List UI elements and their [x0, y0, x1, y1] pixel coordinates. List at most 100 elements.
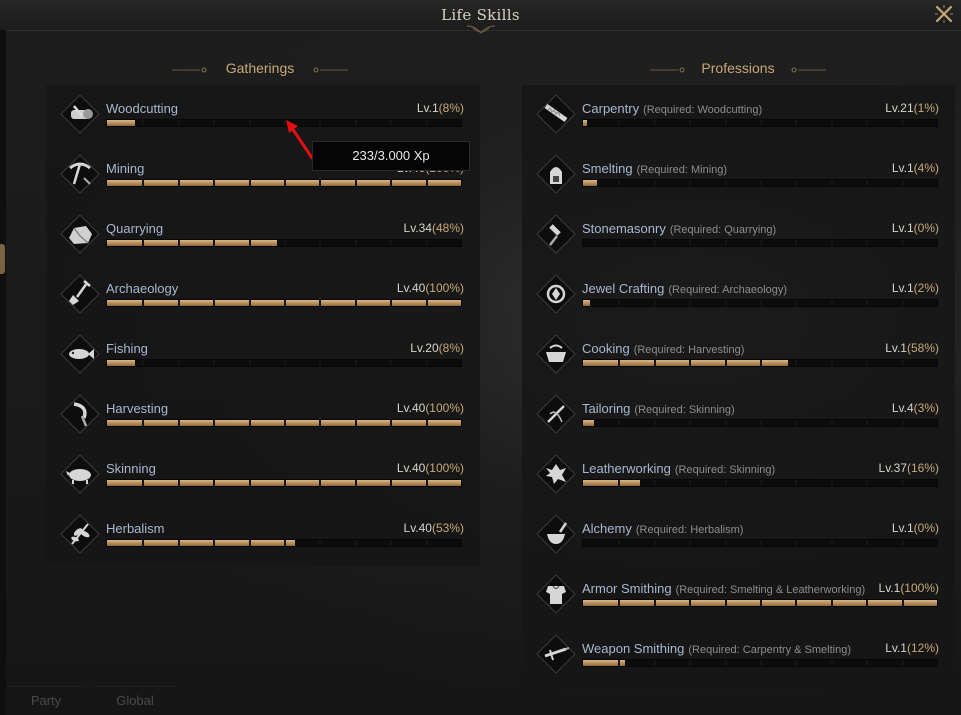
skill-name: Smelting (Required: Mining): [582, 161, 727, 176]
skill-row-weapon-smithing[interactable]: Weapon Smithing (Required: Carpentry & Sm…: [522, 625, 955, 685]
title-bar[interactable]: Life Skills: [0, 0, 961, 34]
skill-name-text: Weapon Smithing: [582, 641, 685, 656]
skill-name-text: Mining: [106, 161, 145, 176]
level-percent: (0%): [913, 221, 939, 235]
resize-handle[interactable]: [0, 244, 5, 274]
professions-heading: Professions: [618, 60, 858, 80]
xp-progress-bar: [582, 359, 938, 367]
skill-requirement: (Required: Herbalism): [635, 524, 744, 536]
xp-progress-bar: [106, 239, 462, 247]
chisel-icon: [536, 214, 576, 254]
skill-name: Mining: [106, 161, 144, 176]
bar-segments: [583, 660, 937, 666]
bar-segments: [583, 480, 937, 486]
skill-row-stonemasonry[interactable]: Stonemasonry (Required: Quarrying) Lv.1(0%…: [522, 205, 955, 265]
level-value: Lv.1: [891, 221, 914, 235]
skill-name: Herbalism: [106, 521, 165, 536]
skill-row-harvesting[interactable]: Harvesting Lv.40(100%): [46, 385, 480, 445]
skill-row-jewel-crafting[interactable]: Jewel Crafting (Required: Archaeology) Lv.…: [522, 265, 955, 325]
skill-level: Lv.1(8%): [417, 101, 464, 115]
skill-name: Cooking (Required: Harvesting): [582, 341, 744, 356]
skill-row-smelting[interactable]: Smelting (Required: Mining) Lv.1(4%): [522, 145, 955, 205]
level-value: Lv.1: [885, 341, 907, 355]
skill-name: Alchemy (Required: Herbalism): [582, 521, 743, 536]
skill-name: Jewel Crafting (Required: Archaeology): [582, 281, 787, 296]
skill-row-armor-smithing[interactable]: Armor Smithing (Required: Smelting & Leat…: [522, 565, 955, 625]
skill-requirement: (Required: Smelting & Leatherworking): [675, 584, 866, 596]
skill-name: Armor Smithing (Required: Smelting & Leat…: [582, 581, 865, 596]
heading-ornament-icon: [172, 67, 207, 73]
skill-level: Lv.1(12%): [885, 641, 939, 655]
level-percent: (100%): [425, 401, 464, 415]
skill-name-text: Alchemy: [582, 521, 632, 536]
skill-name: Archaeology: [106, 281, 178, 296]
pot-icon: [536, 334, 576, 374]
skill-level: Lv.40(100%): [397, 401, 464, 415]
level-value: Lv.21: [885, 101, 914, 115]
level-percent: (53%): [431, 521, 464, 535]
tab-party[interactable]: Party: [6, 686, 86, 715]
skill-name-text: Smelting: [582, 161, 633, 176]
armor-icon: [536, 574, 576, 614]
level-percent: (16%): [906, 461, 939, 475]
window-title: Life Skills: [441, 6, 520, 24]
xp-progress-bar: [582, 179, 938, 187]
heading-ornament-icon: [313, 67, 348, 73]
skill-requirement: (Required: Harvesting): [633, 344, 745, 356]
xp-progress-bar: [582, 539, 938, 547]
skill-requirement: (Required: Skinning): [674, 464, 776, 476]
tab-global[interactable]: Global: [92, 686, 178, 715]
skill-row-woodcutting[interactable]: Woodcutting Lv.1(8%): [46, 85, 480, 145]
saw-icon: [536, 94, 576, 134]
level-percent: (58%): [906, 341, 939, 355]
skill-level: Lv.40(100%): [397, 461, 464, 475]
skill-name-text: Cooking: [582, 341, 630, 356]
xp-progress-bar: [582, 119, 938, 127]
level-percent: (100%): [425, 281, 464, 295]
skill-row-carpentry[interactable]: Carpentry (Required: Woodcutting) Lv.21(1%…: [522, 85, 955, 145]
skill-level: Lv.34(48%): [404, 221, 464, 235]
skill-level: Lv.1(4%): [892, 161, 939, 175]
skill-name-text: Herbalism: [106, 521, 165, 536]
furnace-icon: [536, 154, 576, 194]
level-value: Lv.1: [891, 521, 914, 535]
skill-requirement: (Required: Quarrying): [669, 224, 777, 236]
skill-name-text: Leatherworking: [582, 461, 671, 476]
level-percent: (12%): [906, 641, 939, 655]
bar-segments: [583, 540, 937, 546]
xp-progress-bar: [582, 659, 938, 667]
skill-row-alchemy[interactable]: Alchemy (Required: Herbalism) Lv.1(0%): [522, 505, 955, 565]
stone-icon: [60, 214, 100, 254]
heading-ornament-icon: [650, 67, 685, 73]
close-button[interactable]: [933, 3, 955, 25]
skill-row-skinning[interactable]: Skinning Lv.40(100%): [46, 445, 480, 505]
skill-row-herbalism[interactable]: Herbalism Lv.40(53%): [46, 505, 480, 565]
skill-level: Lv.20(8%): [410, 341, 464, 355]
skill-name: Weapon Smithing (Required: Carpentry & Sm…: [582, 641, 851, 656]
pickaxe-icon: [60, 154, 100, 194]
bar-segments: [583, 420, 937, 426]
bar-segments: [107, 360, 461, 366]
skill-row-fishing[interactable]: Fishing Lv.20(8%): [46, 325, 480, 385]
skill-level: Lv.40(53%): [404, 521, 464, 535]
skill-requirement: (Required: Archaeology): [668, 284, 787, 296]
skill-row-archaeology[interactable]: Archaeology Lv.40(100%): [46, 265, 480, 325]
skill-row-quarrying[interactable]: Quarrying Lv.34(48%): [46, 205, 480, 265]
skill-row-cooking[interactable]: Cooking (Required: Harvesting) Lv.1(58%): [522, 325, 955, 385]
skill-row-leatherworking[interactable]: Leatherworking (Required: Skinning) Lv.37(…: [522, 445, 955, 505]
skill-row-tailoring[interactable]: Tailoring (Required: Skinning) Lv.4(3%): [522, 385, 955, 445]
skill-requirement: (Required: Carpentry & Smelting): [688, 644, 851, 656]
skill-name-text: Skinning: [106, 461, 156, 476]
skill-name-text: Jewel Crafting: [582, 281, 665, 296]
level-percent: (0%): [913, 521, 939, 535]
level-value: Lv.40: [403, 521, 432, 535]
bar-segments: [107, 180, 461, 186]
skill-name-text: Quarrying: [106, 221, 164, 236]
skill-name: Quarrying: [106, 221, 163, 236]
boar-icon: [60, 454, 100, 494]
level-value: Lv.1: [878, 581, 901, 595]
skill-name-text: Armor Smithing: [582, 581, 672, 596]
bar-segments: [107, 300, 461, 306]
level-value: Lv.40: [396, 281, 426, 295]
level-percent: (100%): [425, 461, 464, 475]
